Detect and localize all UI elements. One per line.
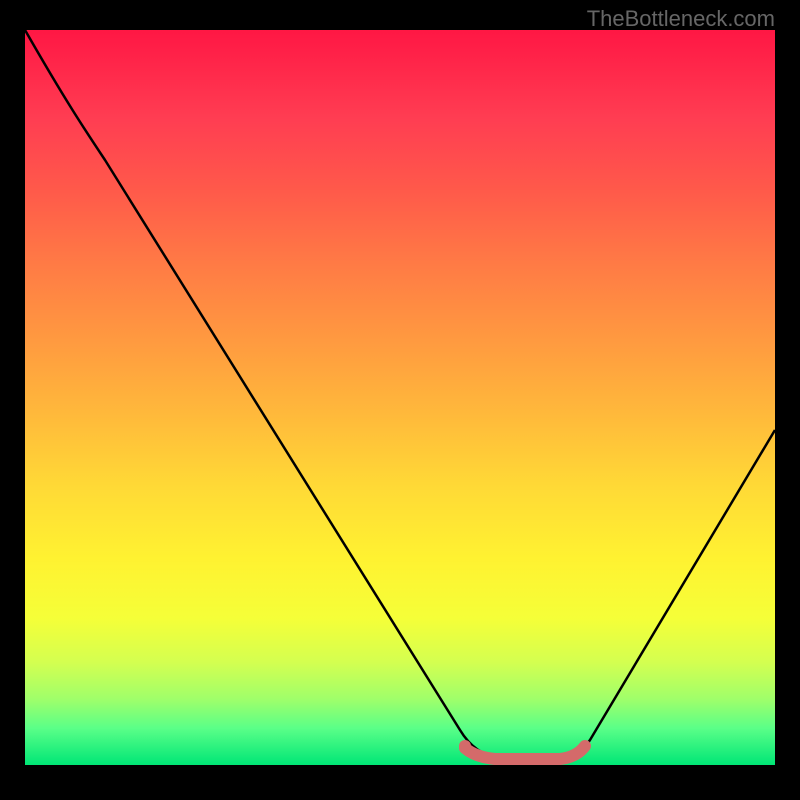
- bottleneck-curve-line: [25, 30, 775, 758]
- watermark-text: TheBottleneck.com: [587, 6, 775, 32]
- chart-plot-area: [25, 30, 775, 765]
- chart-svg: [25, 30, 775, 765]
- highlight-start-dot: [459, 740, 471, 752]
- highlight-segment: [465, 746, 585, 759]
